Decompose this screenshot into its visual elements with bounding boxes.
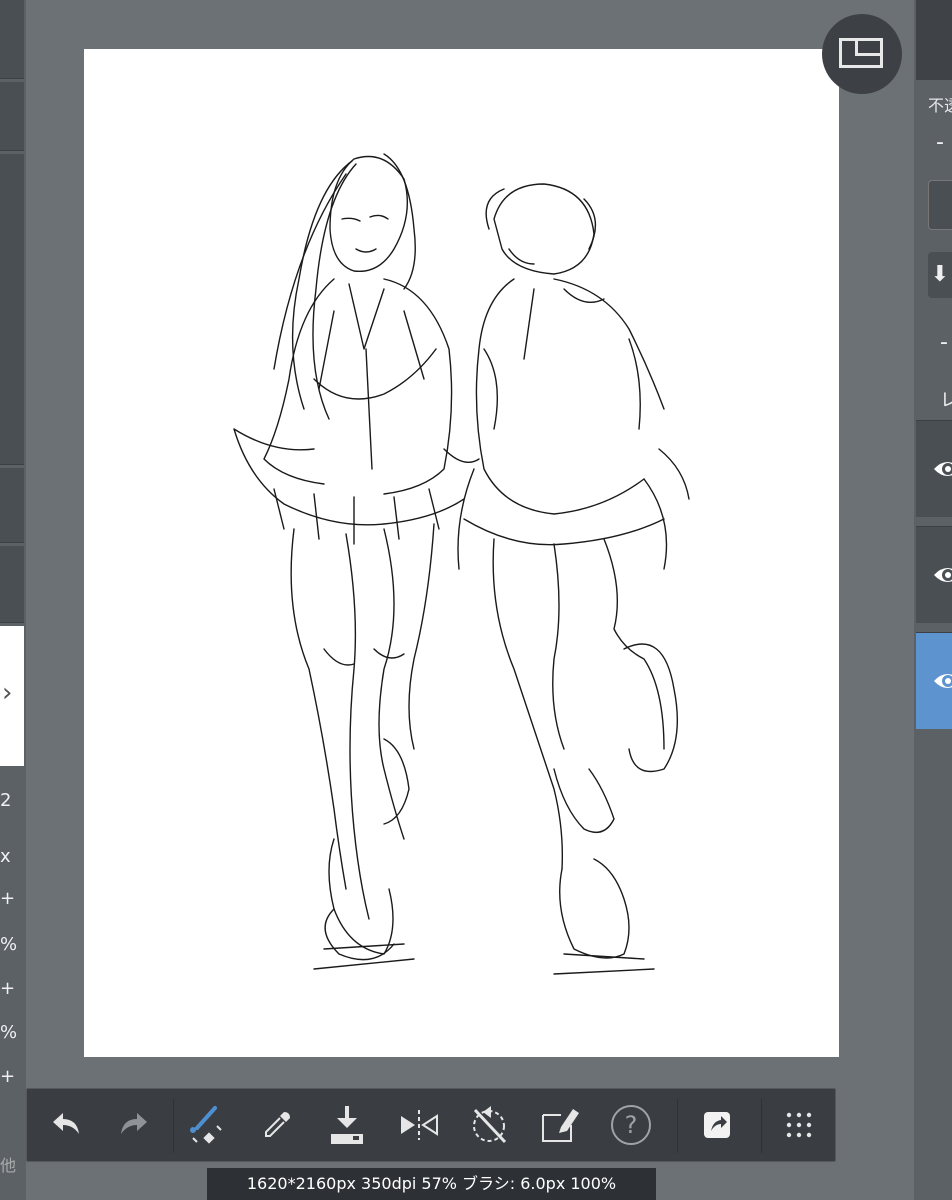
left-panel-block[interactable] — [0, 154, 24, 465]
eyedropper-icon — [265, 1112, 290, 1137]
redo-icon — [121, 1113, 147, 1134]
svg-text:?: ? — [625, 1111, 638, 1139]
undo-button[interactable] — [41, 1103, 89, 1147]
redo-button[interactable] — [111, 1103, 159, 1147]
flip-horizontal-icon — [401, 1110, 438, 1140]
help-icon: ? — [611, 1105, 651, 1145]
left-value: 2 — [0, 790, 12, 811]
layer-row[interactable] — [916, 420, 952, 517]
flip-horizontal-button[interactable] — [395, 1103, 443, 1147]
left-value[interactable]: + — [0, 978, 24, 999]
left-value[interactable]: + — [0, 888, 24, 909]
eye-icon[interactable] — [932, 455, 952, 483]
command-bar: ? — [26, 1088, 836, 1162]
eye-icon[interactable] — [932, 667, 952, 695]
left-bottom-label[interactable]: 他 — [0, 1152, 24, 1176]
brush-size-icon — [190, 1106, 222, 1144]
edit-frame-button[interactable] — [535, 1103, 583, 1147]
edit-frame-icon — [542, 1109, 579, 1142]
layer-row-selected[interactable] — [916, 632, 952, 729]
layer-row[interactable] — [916, 526, 952, 623]
help-button[interactable]: ? — [607, 1103, 655, 1147]
eye-icon[interactable] — [932, 561, 952, 589]
save-icon — [331, 1106, 363, 1144]
share-button[interactable] — [693, 1103, 741, 1147]
left-value: % — [0, 934, 18, 955]
left-panel-block[interactable] — [0, 468, 24, 543]
save-button[interactable] — [323, 1103, 371, 1147]
left-panel-block[interactable] — [0, 82, 24, 151]
drawing-canvas[interactable] — [84, 49, 839, 1057]
left-value[interactable]: + — [0, 1066, 24, 1087]
left-panel-block[interactable] — [0, 546, 24, 623]
sketch-artwork — [233, 153, 690, 975]
layer-panel-header — [916, 0, 952, 80]
brush-size-button[interactable] — [181, 1103, 229, 1147]
layer-panel: 不透明度 - ⬇ - レイヤー — [914, 0, 952, 1200]
undo-icon — [53, 1113, 79, 1134]
layer-remove-button[interactable]: - — [940, 330, 948, 355]
blend-mode-button[interactable] — [928, 180, 952, 230]
eyedropper-button[interactable] — [253, 1103, 301, 1147]
menu-grid-icon — [786, 1112, 812, 1138]
left-value: x — [0, 846, 11, 867]
canvas-view-button[interactable] — [822, 14, 902, 94]
opacity-label: 不透明度 — [928, 96, 952, 115]
status-bar: 1620*2160px 350dpi 57% ブラシ: 6.0px 100% — [207, 1168, 656, 1200]
opacity-decrease-button[interactable]: - — [936, 130, 944, 155]
window-inner-icon — [855, 38, 883, 56]
rotate-reset-icon — [473, 1106, 507, 1144]
left-value: % — [0, 1022, 18, 1043]
chevron-right-icon[interactable]: › — [2, 680, 12, 706]
left-panel-block[interactable] — [0, 0, 24, 79]
rotate-reset-button[interactable] — [465, 1103, 513, 1147]
left-tool-panel: › 2 x + % + % + 他 — [0, 0, 26, 1200]
share-icon — [704, 1112, 730, 1138]
download-arrow-icon[interactable]: ⬇ — [928, 252, 952, 298]
menu-grid-button[interactable] — [775, 1103, 823, 1147]
